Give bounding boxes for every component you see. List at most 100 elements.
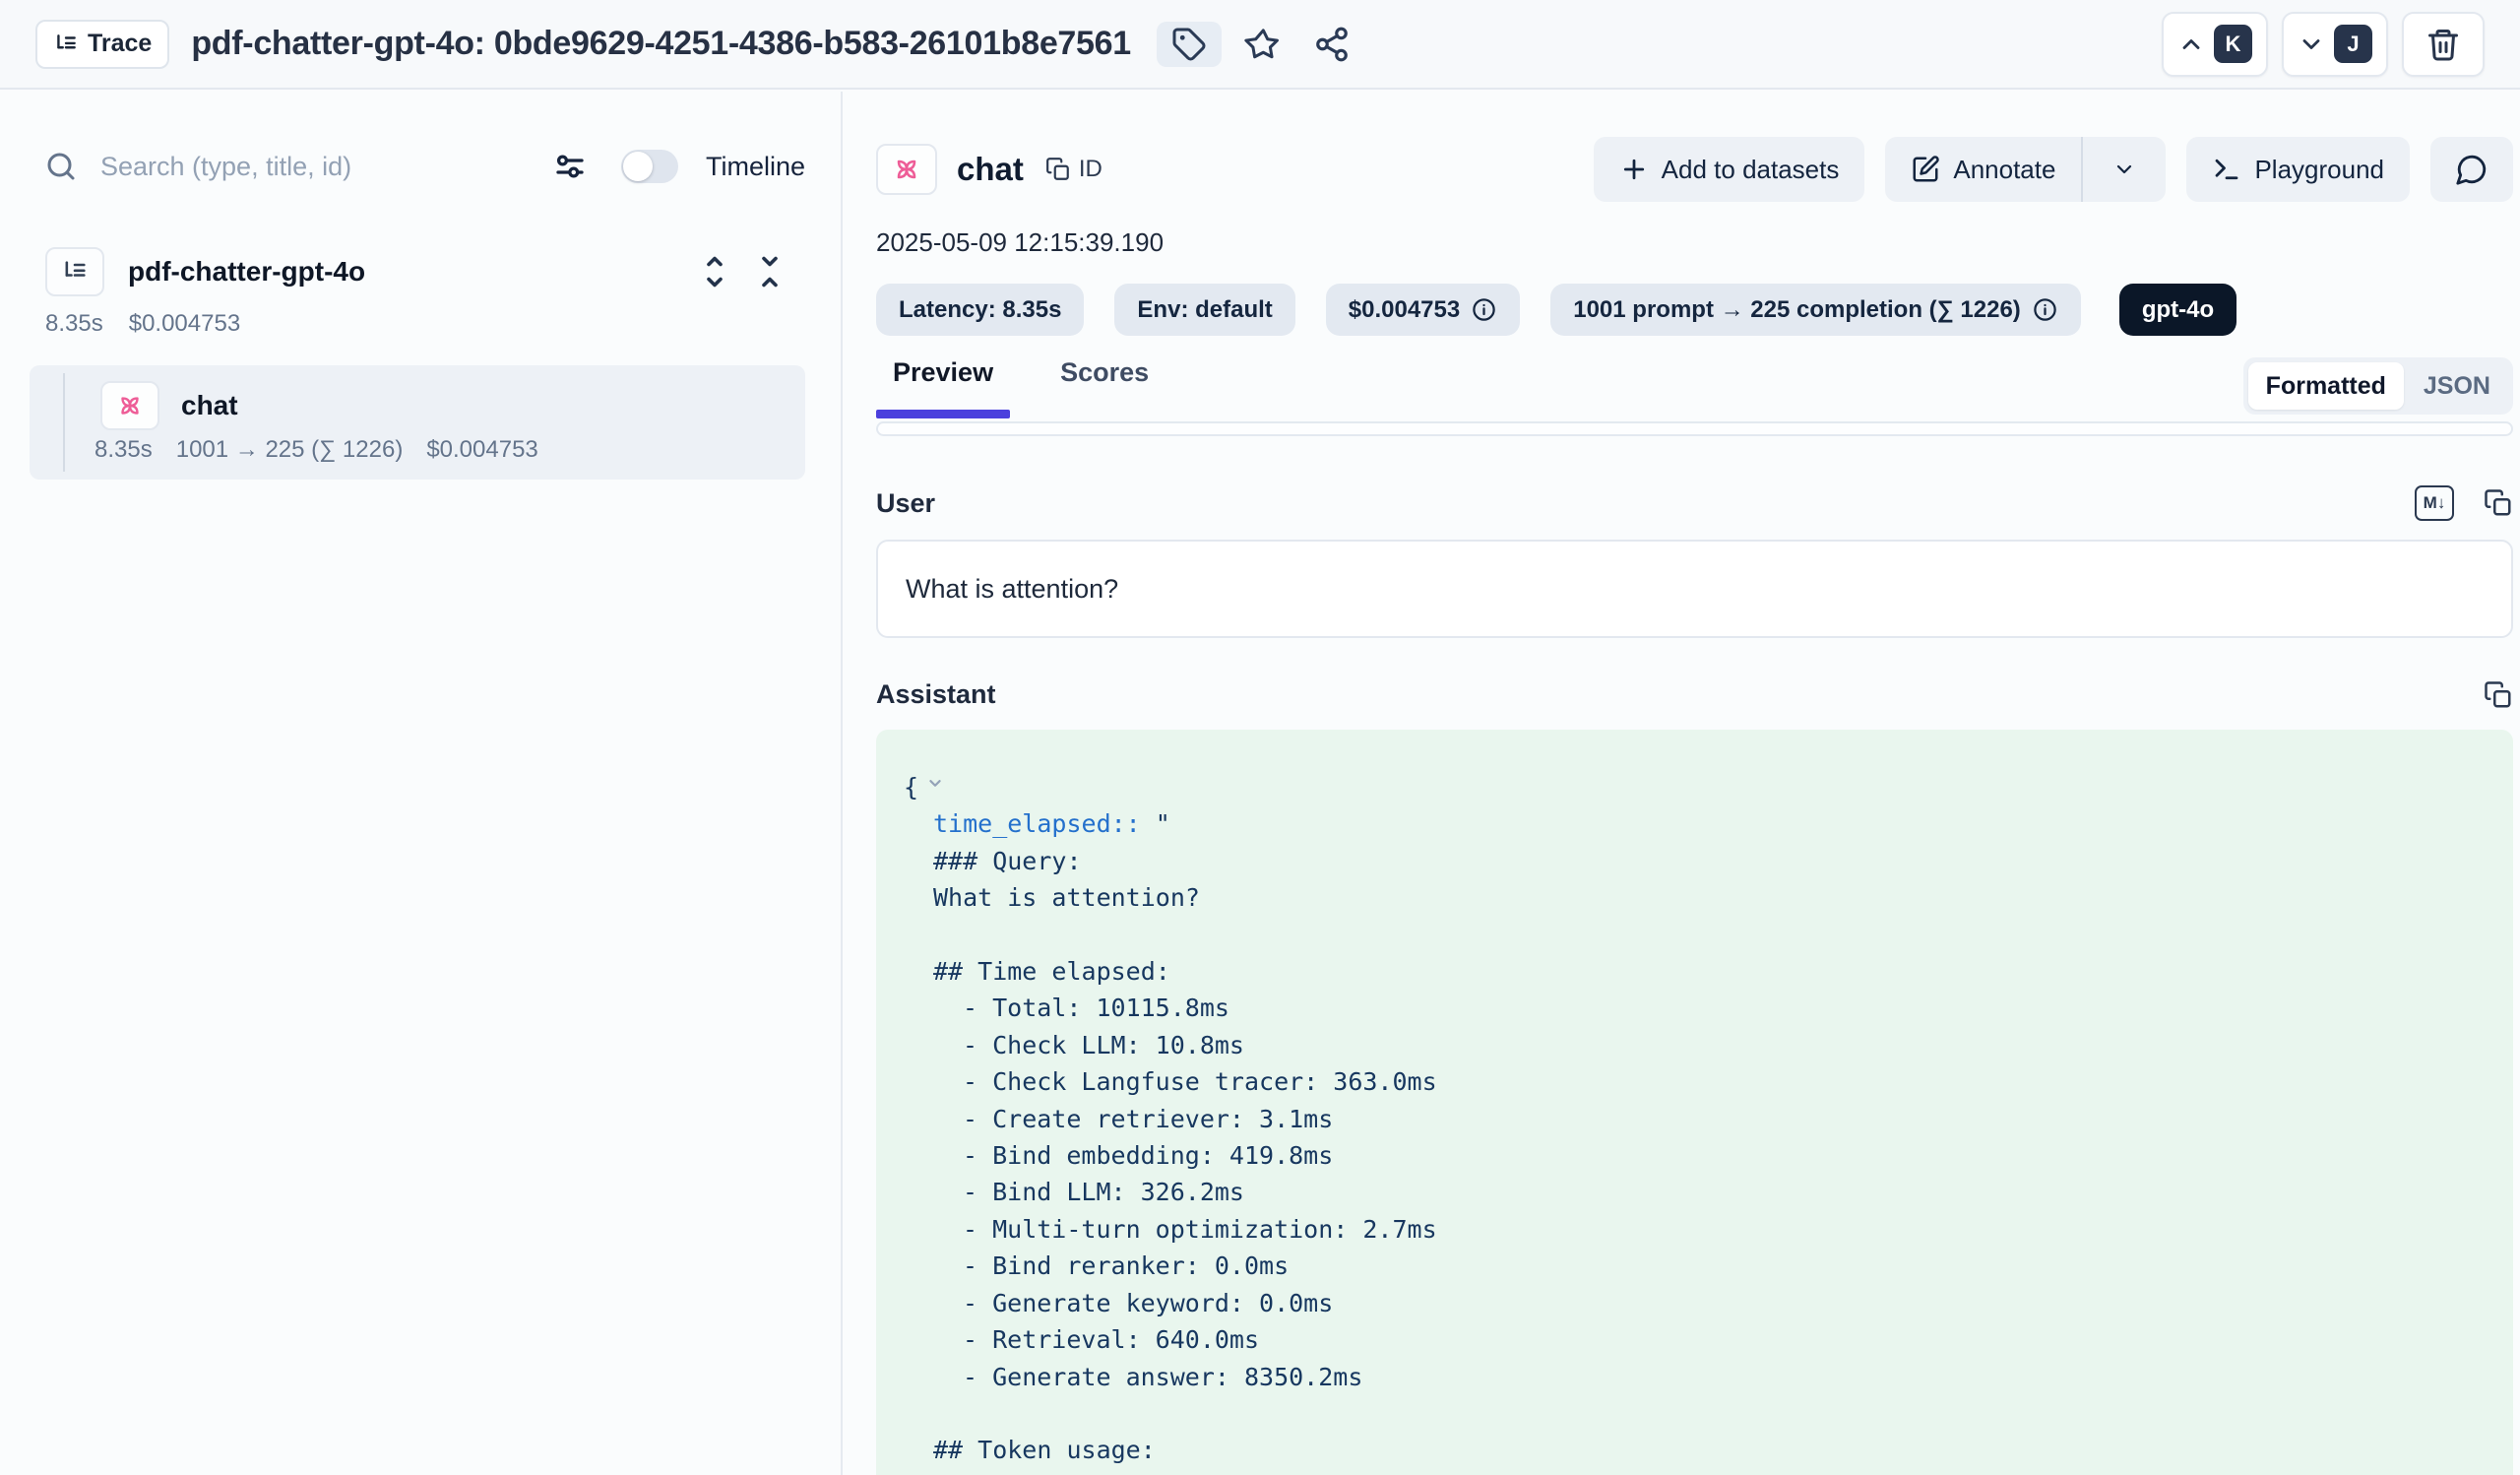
code-line: - Create retriever: 3.1ms bbox=[904, 1101, 2486, 1137]
trace-type-badge[interactable]: Trace bbox=[35, 20, 169, 69]
code-line: ## Token usage: bbox=[904, 1432, 2486, 1468]
latency-badge: Latency: 8.35s bbox=[876, 284, 1084, 336]
user-section-header: User M↓ bbox=[876, 485, 2513, 521]
code-line bbox=[904, 917, 2486, 953]
tree-item-chat[interactable]: chat 8.35s 1001 → 225 (∑ 1226) $0.004753 bbox=[30, 365, 805, 480]
observation-header: chat ID Add to datasets bbox=[876, 137, 2513, 202]
tree-indent-guide bbox=[63, 373, 65, 472]
user-message-text: What is attention? bbox=[906, 574, 1118, 605]
toggle-knob bbox=[623, 152, 653, 181]
chevron-up-icon bbox=[2177, 31, 2205, 58]
annotate-button[interactable]: Annotate bbox=[1885, 137, 2081, 202]
annotate-label: Annotate bbox=[1953, 155, 2055, 185]
search-row: Timeline bbox=[43, 131, 805, 202]
search-icon bbox=[43, 149, 79, 184]
star-icon bbox=[1244, 26, 1282, 63]
copy-id-button[interactable]: ID bbox=[1045, 156, 1102, 183]
generation-pinwheel-icon bbox=[115, 391, 145, 420]
code-line: ### Query: bbox=[904, 843, 2486, 879]
code-line: - Generate answer: 8350.2ms bbox=[904, 1359, 2486, 1395]
observation-detail: chat ID Add to datasets bbox=[845, 92, 2520, 1475]
code-line: - Bind embedding: 419.8ms bbox=[904, 1137, 2486, 1174]
assistant-output-box: { time_elapsed:: "### Query:What is atte… bbox=[876, 730, 2513, 1475]
delete-trace-button[interactable] bbox=[2402, 12, 2485, 77]
chat-latency: 8.35s bbox=[94, 436, 153, 464]
timeline-toggle[interactable] bbox=[621, 150, 678, 183]
generation-pinwheel-icon bbox=[891, 154, 922, 185]
star-button[interactable] bbox=[1235, 22, 1291, 67]
model-badge[interactable]: gpt-4o bbox=[2119, 284, 2236, 336]
generation-chip bbox=[100, 381, 159, 430]
root-latency: 8.35s bbox=[45, 310, 103, 338]
timeline-toggle-label: Timeline bbox=[706, 152, 805, 182]
code-line: - Bind LLM: 326.2ms bbox=[904, 1174, 2486, 1210]
playground-button[interactable]: Playground bbox=[2186, 137, 2410, 202]
trace-badge-label: Trace bbox=[88, 30, 152, 58]
plus-icon bbox=[1619, 155, 1649, 184]
code-line: time_elapsed:: " bbox=[904, 805, 2486, 842]
collapse-all-button[interactable] bbox=[750, 252, 789, 291]
cost-badge[interactable]: $0.004753 bbox=[1326, 284, 1520, 336]
code-line: - Check Langfuse tracer: 363.0ms bbox=[904, 1063, 2486, 1100]
search-input[interactable] bbox=[100, 152, 552, 182]
tag-button[interactable] bbox=[1157, 22, 1222, 67]
generation-chip bbox=[876, 144, 937, 195]
assistant-heading: Assistant bbox=[876, 679, 996, 710]
expand-all-button[interactable] bbox=[695, 252, 734, 291]
env-badge: Env: default bbox=[1114, 284, 1294, 336]
copy-assistant-button[interactable] bbox=[2484, 680, 2513, 710]
code-line: - Retrieval: 640.0ms bbox=[904, 1321, 2486, 1358]
horizontal-scrollbar[interactable] bbox=[876, 421, 2513, 436]
comment-bubble-icon bbox=[2455, 153, 2488, 186]
playground-label: Playground bbox=[2254, 155, 2384, 185]
cost-badge-label: $0.004753 bbox=[1349, 296, 1460, 324]
trace-tree: pdf-chatter-gpt-4o 8.35s $0.004753 bbox=[0, 247, 841, 480]
copy-user-button[interactable] bbox=[2484, 488, 2513, 518]
format-toggle-json[interactable]: JSON bbox=[2406, 362, 2508, 410]
edit-square-icon bbox=[1911, 155, 1940, 184]
tree-root-row[interactable]: pdf-chatter-gpt-4o bbox=[45, 247, 789, 296]
tokens-badge[interactable]: 1001 prompt → 225 completion (∑ 1226) bbox=[1550, 284, 2081, 336]
code-line: - Bind reranker: 0.0ms bbox=[904, 1248, 2486, 1284]
metrics-badges: Latency: 8.35s Env: default $0.004753 10… bbox=[876, 284, 2513, 336]
chat-tokens: 1001 → 225 (∑ 1226) bbox=[176, 436, 404, 464]
code-line: - Generated tokens(approximately): 236 bbox=[904, 1469, 2486, 1475]
code-line: - Multi-turn optimization: 2.7ms bbox=[904, 1211, 2486, 1248]
root-cost: $0.004753 bbox=[129, 310, 240, 338]
trace-tree-sidebar: Timeline pdf-chatter-gpt-4o bbox=[0, 92, 843, 1475]
tab-preview[interactable]: Preview bbox=[876, 357, 1010, 418]
list-tree-icon bbox=[61, 258, 89, 286]
add-to-datasets-button[interactable]: Add to datasets bbox=[1594, 137, 1865, 202]
tree-item-label: chat bbox=[181, 390, 238, 421]
code-line: - Check LLM: 10.8ms bbox=[904, 1027, 2486, 1063]
tab-scores-label: Scores bbox=[1060, 357, 1149, 388]
tree-root-label: pdf-chatter-gpt-4o bbox=[128, 256, 695, 288]
share-button[interactable] bbox=[1304, 22, 1359, 67]
chevron-down-icon bbox=[2298, 31, 2325, 58]
open-brace: { bbox=[904, 773, 918, 802]
observation-timestamp: 2025-05-09 12:15:39.190 bbox=[876, 227, 2513, 258]
tab-preview-label: Preview bbox=[893, 357, 993, 388]
topbar: Trace pdf-chatter-gpt-4o: 0bde9629-4251-… bbox=[0, 0, 2520, 90]
model-badge-label: gpt-4o bbox=[2142, 296, 2214, 324]
active-tab-indicator bbox=[876, 410, 1010, 418]
prev-trace-button[interactable]: K bbox=[2162, 12, 2268, 77]
user-heading: User bbox=[876, 488, 935, 519]
markdown-toggle-icon[interactable]: M↓ bbox=[2415, 485, 2454, 521]
add-to-datasets-label: Add to datasets bbox=[1662, 155, 1840, 185]
app-root: Trace pdf-chatter-gpt-4o: 0bde9629-4251-… bbox=[0, 0, 2520, 1475]
tab-scores[interactable]: Scores bbox=[1043, 357, 1166, 418]
prev-keycap: K bbox=[2214, 25, 2252, 63]
annotate-dropdown-button[interactable] bbox=[2081, 137, 2166, 202]
comments-button[interactable] bbox=[2430, 137, 2513, 202]
view-options-button[interactable] bbox=[552, 149, 588, 184]
list-tree-icon bbox=[53, 32, 79, 57]
format-toggle-formatted[interactable]: Formatted bbox=[2248, 362, 2404, 410]
env-badge-label: Env: default bbox=[1137, 296, 1272, 324]
next-trace-button[interactable]: J bbox=[2282, 12, 2388, 77]
collapse-node-icon[interactable] bbox=[924, 772, 946, 794]
annotate-split-button: Annotate bbox=[1885, 137, 2166, 202]
code-line: - Total: 10115.8ms bbox=[904, 990, 2486, 1026]
latency-badge-label: Latency: 8.35s bbox=[899, 296, 1061, 324]
trace-chip bbox=[45, 247, 104, 296]
